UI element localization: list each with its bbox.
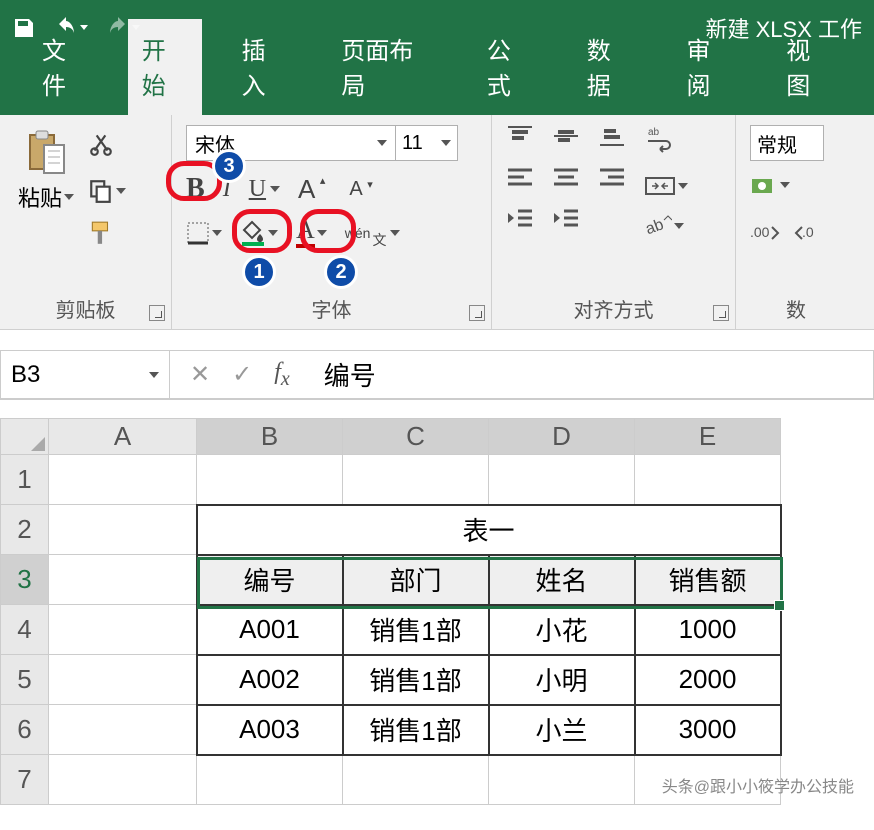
tab-file[interactable]: 文件	[28, 19, 102, 115]
phonetic-guide-button[interactable]: wén文	[345, 219, 401, 247]
tab-view[interactable]: 视图	[772, 19, 846, 115]
cell-data[interactable]: 小明	[489, 655, 635, 705]
tab-data[interactable]: 数据	[573, 19, 647, 115]
spreadsheet-grid[interactable]: A B C D E 1 2 表一 3 编号 部门 姓名 销售额 4 A001 销售…	[0, 418, 874, 805]
wrap-text-button[interactable]: ab	[644, 125, 688, 158]
select-all-corner[interactable]	[1, 419, 49, 455]
annotation-badge-1: 1	[242, 255, 276, 289]
name-box[interactable]: B3	[0, 350, 170, 399]
group-font: 宋体 11 B I U A A A wén文 字体 3 1 2	[172, 115, 492, 329]
cell-data[interactable]: 销售1部	[343, 605, 489, 655]
cell-header-3[interactable]: 销售额	[635, 555, 781, 605]
col-header-B[interactable]: B	[197, 419, 343, 455]
group-label-number: 数	[750, 288, 842, 323]
annotation-badge-3: 3	[212, 149, 246, 183]
redo-button[interactable]	[106, 16, 140, 40]
increase-indent-button[interactable]	[552, 207, 580, 234]
increase-font-button[interactable]: A	[298, 174, 315, 205]
cell-data[interactable]: 销售1部	[343, 705, 489, 755]
copy-button[interactable]	[88, 178, 126, 204]
cell-header-1[interactable]: 部门	[343, 555, 489, 605]
align-left-button[interactable]	[506, 166, 534, 193]
group-label-font: 字体	[186, 288, 477, 323]
tab-page-layout[interactable]: 页面布局	[327, 19, 447, 115]
tab-formulas[interactable]: 公式	[473, 19, 547, 115]
format-painter-button[interactable]	[88, 220, 126, 251]
col-header-C[interactable]: C	[343, 419, 489, 455]
row-header-6[interactable]: 6	[1, 705, 49, 755]
merge-center-button[interactable]	[644, 172, 688, 200]
annotation-badge-2: 2	[324, 255, 358, 289]
col-header-D[interactable]: D	[489, 419, 635, 455]
tab-review[interactable]: 审阅	[672, 19, 746, 115]
group-label-clipboard: 剪贴板	[14, 288, 157, 323]
number-format-select[interactable]: 常规	[750, 125, 824, 161]
formula-cancel-button[interactable]: ✕	[190, 360, 210, 389]
cell-data[interactable]: 2000	[635, 655, 781, 705]
decrease-indent-button[interactable]	[506, 207, 534, 234]
group-alignment: ab ab 对齐方式	[492, 115, 736, 329]
increase-decimal-button[interactable]: .00	[750, 220, 780, 251]
formula-confirm-button[interactable]: ✓	[232, 360, 252, 389]
cell-data[interactable]: 小兰	[489, 705, 635, 755]
decrease-font-button[interactable]: A	[349, 178, 362, 201]
cell-data[interactable]: A002	[197, 655, 343, 705]
align-middle-button[interactable]	[552, 125, 580, 152]
decrease-decimal-button[interactable]: .0	[794, 220, 824, 251]
align-bottom-button[interactable]	[598, 125, 626, 152]
alignment-dialog-launcher[interactable]	[713, 305, 729, 321]
paste-button[interactable]: 粘贴	[14, 125, 78, 251]
fill-color-button[interactable]	[240, 220, 278, 246]
row-header-2[interactable]: 2	[1, 505, 49, 555]
svg-text:.00: .00	[750, 224, 770, 240]
ribbon-tabs: 文件 开始 插入 页面布局 公式 数据 审阅 视图	[0, 55, 874, 115]
align-right-button[interactable]	[598, 166, 626, 193]
align-top-button[interactable]	[506, 125, 534, 152]
row-header-3[interactable]: 3	[1, 555, 49, 605]
bold-button[interactable]: B	[186, 173, 205, 205]
cell-data[interactable]: 销售1部	[343, 655, 489, 705]
underline-button[interactable]: U	[249, 176, 280, 203]
cut-button[interactable]	[88, 131, 126, 162]
row-header-1[interactable]: 1	[1, 455, 49, 505]
row-header-5[interactable]: 5	[1, 655, 49, 705]
ribbon: 粘贴 剪贴板 宋体 11 B I U A A	[0, 115, 874, 330]
cell-table-title[interactable]: 表一	[197, 505, 781, 555]
paste-label: 粘贴	[18, 181, 62, 213]
group-clipboard: 粘贴 剪贴板	[0, 115, 172, 329]
formula-bar: B3 ✕ ✓ fx 编号	[0, 350, 874, 400]
watermark: 头条@跟小小筱学办公技能	[662, 773, 854, 797]
group-number: 常规 .00 .0 数	[736, 115, 856, 329]
col-header-A[interactable]: A	[49, 419, 197, 455]
cell-data[interactable]: A003	[197, 705, 343, 755]
cell-data[interactable]: 1000	[635, 605, 781, 655]
svg-text:ab: ab	[644, 216, 666, 238]
accounting-format-button[interactable]	[750, 175, 790, 206]
svg-text:.0: .0	[802, 224, 814, 240]
cell-data[interactable]: 小花	[489, 605, 635, 655]
cell-data[interactable]: A001	[197, 605, 343, 655]
row-header-4[interactable]: 4	[1, 605, 49, 655]
orientation-button[interactable]: ab	[644, 214, 688, 238]
font-size-select[interactable]: 11	[396, 125, 458, 161]
border-button[interactable]	[186, 221, 222, 245]
clipboard-dialog-launcher[interactable]	[149, 305, 165, 321]
row-header-7[interactable]: 7	[1, 755, 49, 805]
align-center-button[interactable]	[552, 166, 580, 193]
svg-text:ab: ab	[648, 127, 660, 138]
group-label-alignment: 对齐方式	[506, 288, 721, 323]
font-color-button[interactable]: A	[296, 217, 327, 248]
insert-function-button[interactable]: fx	[274, 359, 290, 391]
cell-header-2[interactable]: 姓名	[489, 555, 635, 605]
cell-data[interactable]: 3000	[635, 705, 781, 755]
cell-header-0[interactable]: 编号	[197, 555, 343, 605]
tab-insert[interactable]: 插入	[228, 19, 302, 115]
font-dialog-launcher[interactable]	[469, 305, 485, 321]
formula-input[interactable]: 编号	[310, 350, 874, 399]
col-header-E[interactable]: E	[635, 419, 781, 455]
